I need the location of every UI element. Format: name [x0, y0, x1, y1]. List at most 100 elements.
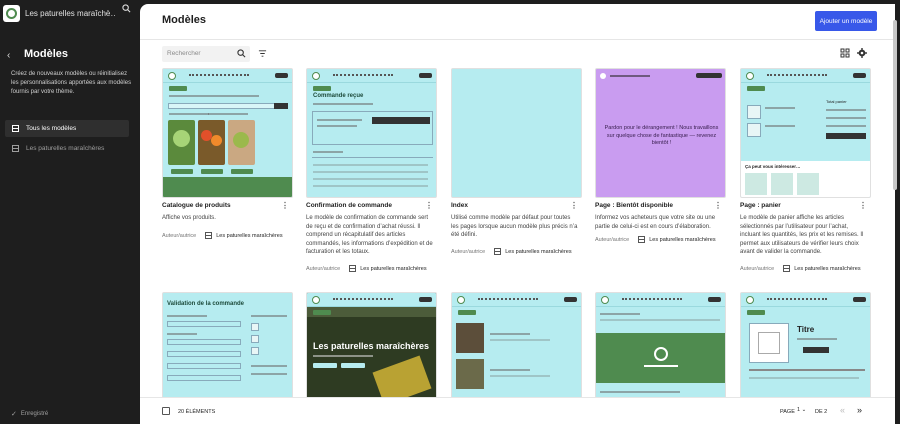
search-icon	[237, 49, 246, 58]
author-label: Auteur/autrice	[595, 236, 630, 243]
gear-icon[interactable]	[857, 48, 867, 58]
more-actions-icon[interactable]: ⋮	[859, 201, 867, 210]
search-icon[interactable]	[122, 4, 131, 13]
template-description: Affiche vos produits.	[162, 215, 216, 221]
layout-icon	[12, 125, 19, 132]
owner-label: Les paturelles maraîchères	[794, 265, 861, 272]
template-description: Le modèle de confirmation de commande se…	[306, 215, 433, 255]
related-heading: Ça peut vous intéresser…	[745, 164, 801, 169]
page-select-value: 1	[797, 407, 801, 413]
main-panel: Modèles Ajouter un modèle Rechercher Cat…	[140, 4, 895, 424]
template-description: Le modèle de panier affiche les articles…	[740, 215, 864, 255]
page-total: DE 2	[815, 409, 828, 415]
template-description: Informez vos acheteurs que votre site ou…	[595, 215, 716, 230]
template-preview[interactable]: Commande reçue	[306, 68, 437, 198]
check-icon: ✓	[11, 411, 17, 418]
search-input[interactable]: Rechercher	[162, 46, 250, 62]
template-owner: Les paturelles maraîchères	[349, 265, 427, 272]
author-label: Auteur/autrice	[740, 265, 775, 272]
more-actions-icon[interactable]: ⋮	[425, 201, 433, 210]
search-placeholder: Rechercher	[167, 50, 201, 57]
template-card[interactable]: Validation de la commande	[162, 292, 293, 422]
template-meta: Auteur/autrice Les paturelles maraîchère…	[740, 265, 875, 272]
previous-page-icon[interactable]: «	[840, 405, 845, 415]
template-meta: Auteur/autrice Les paturelles maraîchère…	[451, 248, 586, 255]
template-owner: Les paturelles maraîchères	[783, 265, 861, 272]
page-select[interactable]: 1 ⌄	[797, 407, 806, 413]
template-description: Utilisé comme modèle par défaut pour tou…	[451, 215, 578, 238]
thumb-hero-title: Les paturelles maraîchères	[313, 341, 430, 351]
author-label: Auteur/autrice	[306, 265, 341, 272]
template-meta: Auteur/autrice Les paturelles maraîchère…	[595, 236, 730, 243]
template-title[interactable]: Page : panier	[740, 202, 781, 209]
site-name[interactable]: Les paturelles maraîchè…	[25, 9, 115, 18]
template-card[interactable]: Pardon pour le dérangement ! Nous travai…	[595, 68, 726, 258]
template-preview[interactable]	[162, 68, 293, 198]
template-owner: Les paturelles maraîchères	[205, 232, 283, 239]
template-card[interactable]: Titre	[740, 292, 871, 422]
template-card[interactable]: Index ⋮ Utilisé comme modèle par défaut …	[451, 68, 582, 258]
template-card[interactable]: Total panier Ça peut vous intéresser… Pa…	[740, 68, 871, 278]
sidebar: Les paturelles maraîchè… ‹ Modèles Créez…	[0, 0, 140, 424]
save-status-label: Enregistré	[20, 411, 49, 417]
template-owner: Les paturelles maraîchères	[638, 236, 716, 243]
template-card[interactable]: Les paturelles maraîchères	[306, 292, 437, 422]
template-meta: Auteur/autrice Les paturelles maraîchère…	[306, 265, 441, 272]
template-meta: Auteur/autrice Les paturelles maraîchère…	[162, 232, 297, 239]
layout-icon	[494, 248, 502, 255]
template-owner: Les paturelles maraîchères	[494, 248, 572, 255]
layout-icon	[205, 232, 213, 239]
more-actions-icon[interactable]: ⋮	[570, 201, 578, 210]
template-card[interactable]	[451, 292, 582, 422]
site-hub[interactable]: Les paturelles maraîchè…	[3, 3, 137, 23]
owner-label: Les paturelles maraîchères	[216, 232, 283, 239]
sidebar-item-label: Tous les modèles	[26, 125, 77, 132]
next-page-icon[interactable]: »	[857, 405, 862, 415]
thumb-product-title: Titre	[797, 325, 815, 334]
sidebar-description: Créez de nouveaux modèles ou réinitialis…	[11, 71, 132, 95]
item-count: 20 ÉLÉMENTS	[178, 409, 216, 415]
template-preview[interactable]: Pardon pour le dérangement ! Nous travai…	[595, 68, 726, 198]
sidebar-item-all-templates[interactable]: Tous les modèles	[5, 120, 129, 137]
page-title: Modèles	[162, 14, 207, 26]
cart-total-heading: Total panier	[826, 99, 847, 104]
template-title[interactable]: Page : Bientôt disponible	[595, 202, 673, 209]
thumb-heading: Validation de la commande	[167, 301, 245, 307]
chevron-down-icon: ⌄	[801, 407, 807, 413]
more-actions-icon[interactable]: ⋮	[281, 201, 289, 210]
save-status: ✓ Enregistré	[11, 410, 48, 418]
scrollbar[interactable]	[893, 20, 897, 190]
template-card[interactable]: Catalogue de produits ⋮ Affiche vos prod…	[162, 68, 293, 248]
owner-label: Les paturelles maraîchères	[360, 265, 427, 272]
author-label: Auteur/autrice	[451, 248, 486, 255]
back-chevron-icon[interactable]: ‹	[7, 50, 10, 61]
template-title[interactable]: Confirmation de commande	[306, 202, 392, 209]
pagination-footer: 20 ÉLÉMENTS PAGE 1 ⌄ DE 2 « »	[140, 397, 895, 424]
filter-icon[interactable]	[258, 49, 267, 58]
sidebar-title: Modèles	[24, 48, 69, 60]
layout-icon	[12, 145, 19, 152]
grid-view-icon[interactable]	[840, 48, 850, 58]
more-actions-icon[interactable]: ⋮	[714, 201, 722, 210]
template-preview[interactable]: Total panier Ça peut vous intéresser…	[740, 68, 871, 198]
template-title[interactable]: Catalogue de produits	[162, 202, 231, 209]
owner-label: Les paturelles maraîchères	[505, 248, 572, 255]
header-divider	[140, 39, 895, 40]
author-label: Auteur/autrice	[162, 232, 197, 239]
layout-icon	[638, 236, 646, 243]
sidebar-item-label: Les paturelles maraîchères	[26, 145, 105, 152]
site-logo[interactable]	[3, 4, 20, 22]
template-card[interactable]	[595, 292, 726, 422]
page-label: PAGE	[780, 409, 795, 415]
sidebar-item-theme-templates[interactable]: Les paturelles maraîchères	[5, 140, 129, 157]
select-all-checkbox[interactable]	[162, 407, 170, 415]
owner-label: Les paturelles maraîchères	[649, 236, 716, 243]
template-card[interactable]: Commande reçue Confirmation de commande …	[306, 68, 437, 278]
layout-icon	[783, 265, 791, 272]
template-title[interactable]: Index	[451, 202, 468, 209]
thumb-heading: Commande reçue	[313, 93, 364, 99]
add-template-button[interactable]: Ajouter un modèle	[815, 11, 877, 31]
layout-icon	[349, 265, 357, 272]
coming-soon-message: Pardon pour le dérangement ! Nous travai…	[604, 125, 719, 146]
template-preview[interactable]	[451, 68, 582, 198]
